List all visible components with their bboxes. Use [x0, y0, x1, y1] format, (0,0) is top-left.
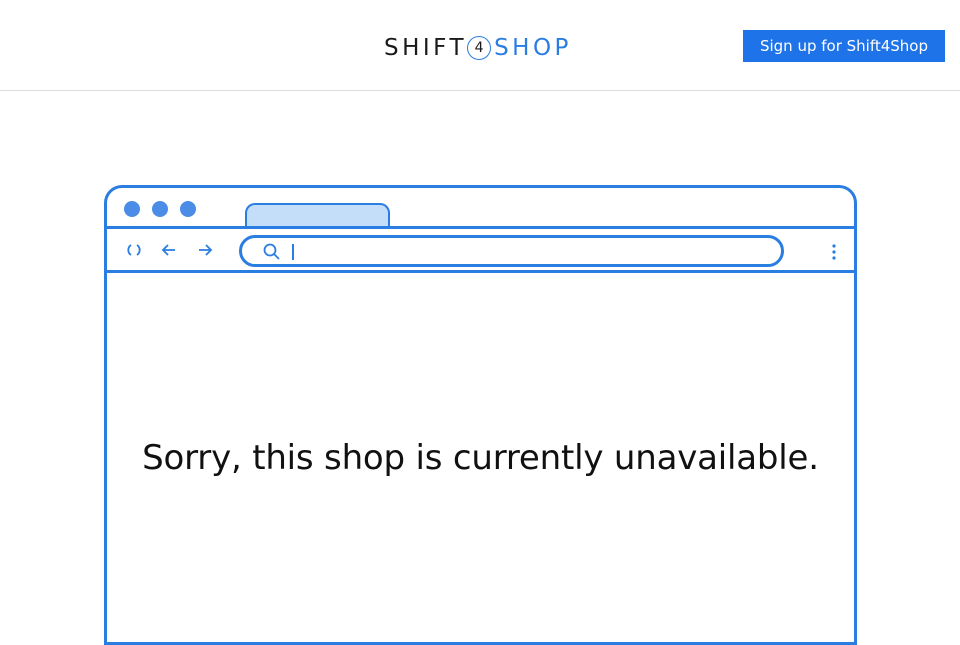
- forward-arrow-icon: [195, 240, 215, 260]
- browser-illustration: Sorry, this shop is currently unavailabl…: [104, 185, 857, 645]
- kebab-menu-icon: [829, 242, 839, 262]
- unavailable-message: Sorry, this shop is currently unavailabl…: [142, 438, 819, 478]
- text-caret: [292, 244, 294, 260]
- site-header: SHIFT 4 SHOP Sign up for Shift4Shop: [0, 0, 960, 91]
- back-arrow-icon: [159, 240, 179, 260]
- logo-text-shop: SHOP: [494, 35, 572, 61]
- window-dot-1: [124, 201, 140, 217]
- window-dot-2: [152, 201, 168, 217]
- reload-icon: [124, 240, 144, 260]
- address-bar: [239, 235, 784, 267]
- window-dot-3: [180, 201, 196, 217]
- signup-button[interactable]: Sign up for Shift4Shop: [743, 30, 945, 62]
- logo-four-circle: 4: [467, 36, 492, 60]
- tab-divider: [107, 226, 854, 229]
- search-icon: [262, 242, 282, 262]
- toolbar-divider: [107, 270, 854, 273]
- logo-text-shift: SHIFT: [384, 35, 468, 61]
- shift4shop-logo[interactable]: SHIFT 4 SHOP: [384, 33, 572, 63]
